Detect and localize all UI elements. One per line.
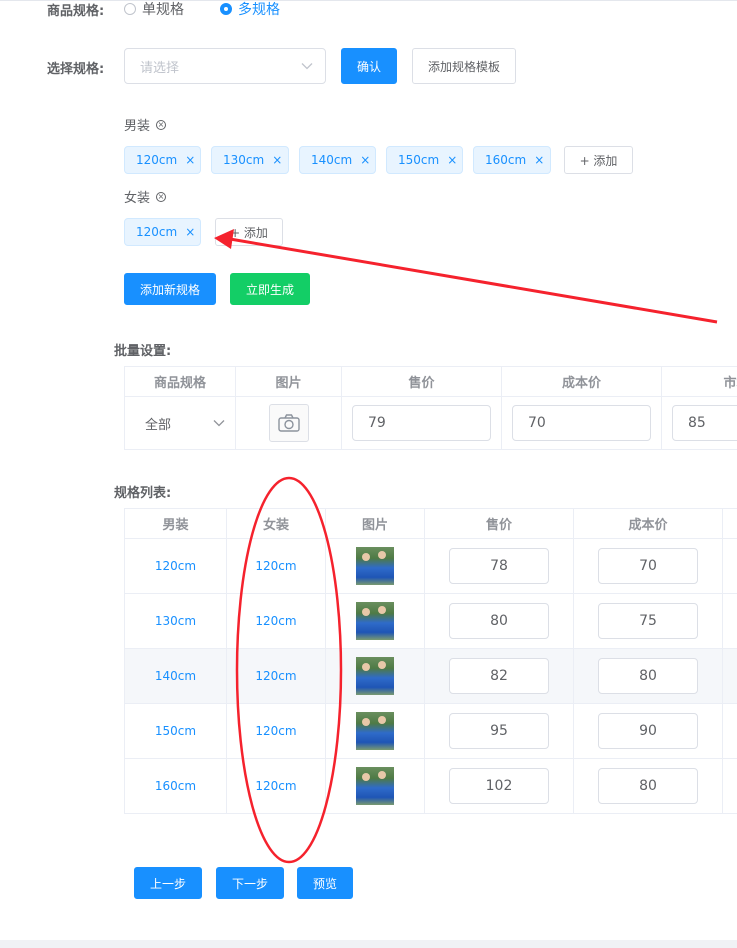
spec-type-label: 商品规格: <box>47 4 105 19</box>
table-row: 140cm 120cm 82 80 <box>124 648 737 704</box>
spec-value-tag: 150cm × <box>386 146 463 174</box>
add-spec-value-button[interactable]: + 添加 <box>215 218 283 246</box>
col-header: 售价 <box>424 508 574 539</box>
table-row: 150cm 120cm 95 90 <box>124 703 737 759</box>
col-header: 图片 <box>235 366 342 397</box>
batch-market-price-input[interactable]: 85 <box>672 405 737 441</box>
spec-value-tag: 130cm × <box>211 146 289 174</box>
cost-input[interactable]: 80 <box>598 768 698 804</box>
cost-input[interactable]: 70 <box>598 548 698 584</box>
spec-group-title: 女装 × <box>124 191 167 206</box>
spec-select-placeholder: 请选择 <box>140 60 180 76</box>
preview-button[interactable]: 预览 <box>297 867 353 899</box>
radio-multi-spec[interactable]: 多规格 <box>220 0 280 19</box>
col-header: 市场价 <box>661 366 737 397</box>
close-icon[interactable]: × <box>185 153 195 167</box>
choose-spec-label: 选择规格: <box>47 62 105 77</box>
spec-value-tag: 160cm × <box>473 146 551 174</box>
chevron-down-icon <box>301 62 313 70</box>
col-header: 商品规格 <box>124 366 236 397</box>
radio-single-spec[interactable]: 单规格 <box>124 0 184 19</box>
confirm-button[interactable]: 确认 <box>341 48 397 84</box>
batch-cost-price-input[interactable]: 70 <box>512 405 651 441</box>
price-input[interactable]: 78 <box>449 548 549 584</box>
close-icon[interactable]: × <box>534 153 544 167</box>
price-input[interactable]: 102 <box>449 768 549 804</box>
product-thumbnail[interactable] <box>356 767 394 805</box>
price-input[interactable]: 80 <box>449 603 549 639</box>
price-input[interactable]: 82 <box>449 658 549 694</box>
spec-list-table: 男装 女装 图片 售价 成本价 120cm 120cm 78 70 130cm … <box>124 508 737 814</box>
close-icon[interactable]: × <box>360 153 370 167</box>
col-header: 女装 <box>226 508 326 539</box>
spec-value-tag: 120cm × <box>124 218 201 246</box>
radio-circle-icon <box>124 3 136 15</box>
col-header: 成本价 <box>501 366 662 397</box>
close-icon[interactable]: × <box>185 225 195 239</box>
product-thumbnail[interactable] <box>356 712 394 750</box>
product-thumbnail[interactable] <box>356 602 394 640</box>
add-spec-value-button[interactable]: + 添加 <box>564 146 633 174</box>
radio-checked-icon <box>220 3 232 15</box>
cost-input[interactable]: 80 <box>598 658 698 694</box>
col-header: 男装 <box>124 508 227 539</box>
camera-icon[interactable] <box>268 404 309 442</box>
prev-step-button[interactable]: 上一步 <box>134 867 202 899</box>
cost-input[interactable]: 75 <box>598 603 698 639</box>
batch-sale-price-input[interactable]: 79 <box>352 405 491 441</box>
spec-list-title: 规格列表: <box>114 486 172 501</box>
col-header: 成本价 <box>573 508 723 539</box>
remove-group-icon[interactable]: × <box>156 191 167 202</box>
batch-table-wrap: 商品规格 图片 售价 成本价 市场价 全部 79 70 85 <box>124 366 737 450</box>
product-thumbnail[interactable] <box>356 657 394 695</box>
top-border <box>0 0 737 1</box>
table-row: 120cm 120cm 78 70 <box>124 538 737 594</box>
close-icon[interactable]: × <box>447 153 457 167</box>
next-step-button[interactable]: 下一步 <box>216 867 284 899</box>
batch-spec-select[interactable]: 全部 <box>125 414 235 433</box>
batch-table: 商品规格 图片 售价 成本价 市场价 全部 79 70 85 <box>124 366 737 450</box>
spec-value-tag: 120cm × <box>124 146 201 174</box>
spec-list-table-wrap: 男装 女装 图片 售价 成本价 120cm 120cm 78 70 130cm … <box>124 508 737 814</box>
table-row: 160cm 120cm 102 80 <box>124 758 737 814</box>
add-template-button[interactable]: 添加规格模板 <box>412 48 516 84</box>
spec-value-tag: 140cm × <box>299 146 376 174</box>
remove-group-icon[interactable]: × <box>156 119 167 130</box>
col-header: 售价 <box>341 366 502 397</box>
spec-select[interactable]: 请选择 <box>124 48 326 84</box>
col-header: 图片 <box>325 508 425 539</box>
price-input[interactable]: 95 <box>449 713 549 749</box>
cost-input[interactable]: 90 <box>598 713 698 749</box>
generate-now-button[interactable]: 立即生成 <box>230 273 310 305</box>
chevron-down-icon <box>213 419 225 427</box>
add-new-spec-button[interactable]: 添加新规格 <box>124 273 216 305</box>
product-thumbnail[interactable] <box>356 547 394 585</box>
close-icon[interactable]: × <box>272 153 282 167</box>
spec-group-title: 男装 × <box>124 119 167 134</box>
table-row: 130cm 120cm 80 75 <box>124 593 737 649</box>
batch-title: 批量设置: <box>114 344 172 359</box>
bottom-strip <box>0 940 737 948</box>
